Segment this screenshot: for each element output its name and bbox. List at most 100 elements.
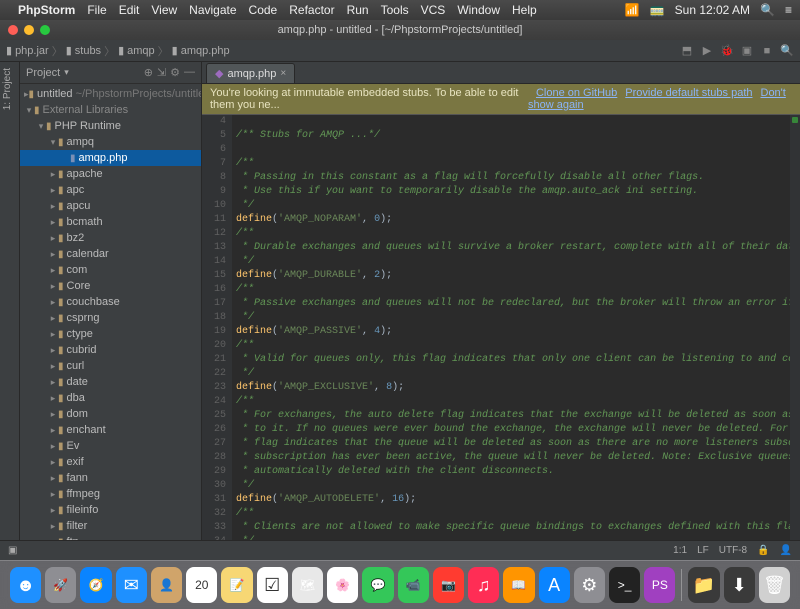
menu-run[interactable]: Run <box>347 3 369 17</box>
menu-navigate[interactable]: Navigate <box>189 3 236 17</box>
file-encoding[interactable]: UTF-8 <box>719 545 747 556</box>
tree-row[interactable]: ▮amqp.php <box>20 150 201 166</box>
readonly-lock-icon[interactable]: 🔒 <box>757 545 769 556</box>
tree-row[interactable]: ▸▮calendar <box>20 246 201 262</box>
project-tree[interactable]: ▸▮untitled ~/PhpstormProjects/untitled▾▮… <box>20 84 201 540</box>
dock-notes-icon[interactable]: 📝 <box>221 567 252 603</box>
dock-launchpad-icon[interactable]: 🚀 <box>45 567 76 603</box>
scroll-from-source-icon[interactable]: ⊕ <box>144 66 153 79</box>
breadcrumb-item[interactable]: php.jar <box>15 45 49 57</box>
project-panel-label[interactable]: Project <box>26 67 60 79</box>
notification-link[interactable]: Provide default stubs path <box>625 87 752 99</box>
notification-link[interactable]: Clone on GitHub <box>536 87 617 99</box>
tree-row[interactable]: ▾▮External Libraries <box>20 102 201 118</box>
dock-photos-icon[interactable]: 🌸 <box>327 567 358 603</box>
coverage-icon[interactable]: ▣ <box>740 44 754 58</box>
tree-row[interactable]: ▸▮Core <box>20 278 201 294</box>
menu-code[interactable]: Code <box>249 3 278 17</box>
tree-row[interactable]: ▸▮couchbase <box>20 294 201 310</box>
dock-photobooth-icon[interactable]: 📷 <box>433 567 464 603</box>
tree-row[interactable]: ▸▮Ev <box>20 438 201 454</box>
tree-row[interactable]: ▸▮enchant <box>20 422 201 438</box>
tree-row[interactable]: ▾▮PHP Runtime <box>20 118 201 134</box>
breadcrumb-item[interactable]: amqp.php <box>181 45 230 57</box>
tree-row[interactable]: ▸▮apache <box>20 166 201 182</box>
status-tool-windows-icon[interactable]: ▣ <box>8 545 17 556</box>
tree-row[interactable]: ▸▮dom <box>20 406 201 422</box>
dock-prefs-icon[interactable]: ⚙ <box>574 567 605 603</box>
tree-row[interactable]: ▸▮cubrid <box>20 342 201 358</box>
dock-contacts-icon[interactable]: 👤 <box>151 567 182 603</box>
editor-tab-amqp[interactable]: ◆ amqp.php × <box>206 63 295 83</box>
dock-phpstorm-icon[interactable]: PS <box>644 567 675 603</box>
stop-icon[interactable]: ■ <box>760 44 774 58</box>
dock-facetime-icon[interactable]: 📹 <box>398 567 429 603</box>
app-name[interactable]: PhpStorm <box>18 3 75 17</box>
tree-row[interactable]: ▸▮ctype <box>20 326 201 342</box>
tree-row[interactable]: ▸▮dba <box>20 390 201 406</box>
breadcrumb[interactable]: ▮php.jar〉▮stubs〉▮amqp〉▮amqp.php <box>6 43 230 59</box>
train-icon[interactable]: 🚃 <box>650 3 665 17</box>
dock-mail-icon[interactable]: ✉ <box>116 567 147 603</box>
spotlight-icon[interactable]: 🔍 <box>760 3 775 17</box>
dock-finder-icon[interactable]: ☻ <box>10 567 41 603</box>
tree-row[interactable]: ▸▮date <box>20 374 201 390</box>
tree-row[interactable]: ▸▮apcu <box>20 198 201 214</box>
search-icon[interactable]: 🔍 <box>780 44 794 58</box>
window-zoom-button[interactable] <box>40 25 50 35</box>
dock-terminal-icon[interactable]: >_ <box>609 567 640 603</box>
tree-row[interactable]: ▸▮apc <box>20 182 201 198</box>
tree-row[interactable]: ▸▮fileinfo <box>20 502 201 518</box>
tree-row[interactable]: ▸▮exif <box>20 454 201 470</box>
window-minimize-button[interactable] <box>24 25 34 35</box>
menu-edit[interactable]: Edit <box>119 3 140 17</box>
close-tab-icon[interactable]: × <box>280 68 286 79</box>
wifi-icon[interactable]: 📶 <box>625 3 640 17</box>
hector-icon[interactable]: 👤 <box>780 545 792 556</box>
dock-calendar-icon[interactable]: 20 <box>186 567 217 603</box>
debug-icon[interactable]: 🐞 <box>720 44 734 58</box>
dock-messages-icon[interactable]: 💬 <box>362 567 393 603</box>
menu-file[interactable]: File <box>87 3 106 17</box>
window-close-button[interactable] <box>8 25 18 35</box>
tree-row[interactable]: ▸▮curl <box>20 358 201 374</box>
caret-position[interactable]: 1:1 <box>673 545 687 556</box>
dock-reminders-icon[interactable]: ☑ <box>257 567 288 603</box>
gear-icon[interactable]: ⚙ <box>170 66 180 79</box>
tree-row[interactable]: ▸▮ftp <box>20 534 201 540</box>
breadcrumb-item[interactable]: amqp <box>127 45 155 57</box>
editor-code[interactable]: /** Stubs for AMQP ...*/ /** * Passing i… <box>232 115 790 540</box>
dock-ibooks-icon[interactable]: 📖 <box>503 567 534 603</box>
build-icon[interactable]: ⬒ <box>680 44 694 58</box>
tree-row[interactable]: ▸▮bz2 <box>20 230 201 246</box>
tree-row[interactable]: ▸▮untitled ~/PhpstormProjects/untitled <box>20 86 201 102</box>
line-separator[interactable]: LF <box>697 545 709 556</box>
dock-downloads-icon[interactable]: ⬇ <box>724 567 755 603</box>
dock-safari-icon[interactable]: 🧭 <box>80 567 111 603</box>
menu-vcs[interactable]: VCS <box>421 3 446 17</box>
menu-extras-icon[interactable]: ≡ <box>785 3 792 17</box>
breadcrumb-item[interactable]: stubs <box>75 45 101 57</box>
menu-help[interactable]: Help <box>512 3 537 17</box>
dock-appstore-icon[interactable]: A <box>539 567 570 603</box>
editor-gutter[interactable]: 4567891011121314151617181920212223242526… <box>202 115 232 540</box>
dock-trash-icon[interactable]: 🗑 <box>759 567 790 603</box>
tree-row[interactable]: ▸▮filter <box>20 518 201 534</box>
dock-maps-icon[interactable]: 🗺 <box>292 567 323 603</box>
tree-row[interactable]: ▾▮ampq <box>20 134 201 150</box>
menu-window[interactable]: Window <box>457 3 500 17</box>
error-stripe[interactable] <box>790 115 800 540</box>
menubar-clock[interactable]: Sun 12:02 AM <box>675 3 750 17</box>
tree-row[interactable]: ▸▮fann <box>20 470 201 486</box>
menu-refactor[interactable]: Refactor <box>289 3 334 17</box>
hide-tool-window-icon[interactable]: — <box>184 66 195 79</box>
menu-view[interactable]: View <box>151 3 177 17</box>
tree-row[interactable]: ▸▮csprng <box>20 310 201 326</box>
project-tool-tab[interactable]: 1: Project <box>0 62 15 116</box>
tree-row[interactable]: ▸▮com <box>20 262 201 278</box>
dock-folder-icon[interactable]: 📁 <box>688 567 719 603</box>
tree-row[interactable]: ▸▮ffmpeg <box>20 486 201 502</box>
tree-row[interactable]: ▸▮bcmath <box>20 214 201 230</box>
run-icon[interactable]: ▶ <box>700 44 714 58</box>
collapse-all-icon[interactable]: ⇲ <box>157 66 166 79</box>
